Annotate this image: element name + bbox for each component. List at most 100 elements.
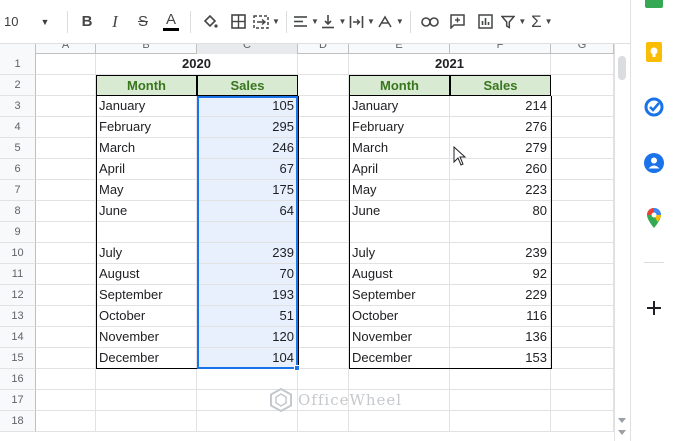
cell-c2[interactable]: Sales [197, 75, 298, 96]
cell-e12[interactable]: September [349, 285, 450, 306]
cell-a12[interactable] [36, 285, 96, 306]
cell-g18[interactable] [551, 411, 614, 432]
cell-b13[interactable]: October [96, 306, 197, 327]
cell-c9[interactable] [197, 222, 298, 243]
cell-c4[interactable]: 295 [197, 117, 298, 138]
cell-b12[interactable]: September [96, 285, 197, 306]
cell-d13[interactable] [298, 306, 349, 327]
cell-e7[interactable]: May [349, 180, 450, 201]
cell-g4[interactable] [551, 117, 614, 138]
cell-e15[interactable]: December [349, 348, 450, 369]
cell-f15[interactable]: 153 [450, 348, 551, 369]
row-header[interactable]: 9 [0, 222, 36, 243]
horizontal-align-button[interactable]: ▼ [293, 8, 319, 36]
merge-cells-button[interactable]: ▼ [253, 8, 280, 36]
cell-e13[interactable]: October [349, 306, 450, 327]
cell-f17[interactable] [450, 390, 551, 411]
cell-e10[interactable]: July [349, 243, 450, 264]
scroll-down-icon[interactable] [618, 430, 626, 435]
cell-g2[interactable] [551, 75, 614, 96]
row-header[interactable]: 10 [0, 243, 36, 264]
cell-g17[interactable] [551, 390, 614, 411]
cell-b18[interactable] [96, 411, 197, 432]
cell-b4[interactable]: February [96, 117, 197, 138]
cell-b3[interactable]: January [96, 96, 197, 117]
cell-c14[interactable]: 120 [197, 327, 298, 348]
cell-e18[interactable] [349, 411, 450, 432]
cell-b10[interactable]: July [96, 243, 197, 264]
cell-g13[interactable] [551, 306, 614, 327]
cell-g12[interactable] [551, 285, 614, 306]
column-header-a[interactable]: A [36, 44, 96, 54]
bold-button[interactable]: B [74, 8, 100, 36]
functions-button[interactable]: Σ ▼ [529, 8, 555, 36]
cell-f11[interactable]: 92 [450, 264, 551, 285]
cell-b16[interactable] [96, 369, 197, 390]
cell-b14[interactable]: November [96, 327, 197, 348]
cell-d8[interactable] [298, 201, 349, 222]
cell-d9[interactable] [298, 222, 349, 243]
cell-c10[interactable]: 239 [197, 243, 298, 264]
font-size-select[interactable]: 10 ▼ [0, 8, 62, 36]
scrollbar-thumb[interactable] [618, 56, 626, 80]
cell-e6[interactable]: April [349, 159, 450, 180]
cell-a17[interactable] [36, 390, 96, 411]
row-header[interactable]: 5 [0, 138, 36, 159]
fill-color-button[interactable] [197, 8, 223, 36]
cell-g15[interactable] [551, 348, 614, 369]
cell-d2[interactable] [298, 75, 349, 96]
cell-a11[interactable] [36, 264, 96, 285]
cell-d10[interactable] [298, 243, 349, 264]
cell-e2[interactable]: Month [349, 75, 450, 96]
cell-g10[interactable] [551, 243, 614, 264]
cell-d4[interactable] [298, 117, 349, 138]
row-header[interactable]: 6 [0, 159, 36, 180]
cell-a16[interactable] [36, 369, 96, 390]
row-header[interactable]: 13 [0, 306, 36, 327]
cell-g7[interactable] [551, 180, 614, 201]
borders-button[interactable] [225, 8, 251, 36]
cell-e3[interactable]: January [349, 96, 450, 117]
cell-f3[interactable]: 214 [450, 96, 551, 117]
cell-f14[interactable]: 136 [450, 327, 551, 348]
cell-a1[interactable] [36, 54, 96, 75]
italic-button[interactable]: I [102, 8, 128, 36]
cell-a4[interactable] [36, 117, 96, 138]
text-wrap-button[interactable]: ▼ [349, 8, 375, 36]
cell-c5[interactable]: 246 [197, 138, 298, 159]
row-header[interactable]: 11 [0, 264, 36, 285]
cell-f9[interactable] [450, 222, 551, 243]
row-header[interactable]: 18 [0, 411, 36, 432]
cell-a18[interactable] [36, 411, 96, 432]
cell-e4[interactable]: February [349, 117, 450, 138]
cell-a7[interactable] [36, 180, 96, 201]
cell-a8[interactable] [36, 201, 96, 222]
cell-a6[interactable] [36, 159, 96, 180]
cell-a10[interactable] [36, 243, 96, 264]
cell-f18[interactable] [450, 411, 551, 432]
fill-handle[interactable] [294, 365, 300, 371]
add-icon[interactable] [643, 297, 665, 319]
cell-f16[interactable] [450, 369, 551, 390]
column-header-c[interactable]: C [197, 44, 298, 54]
insert-link-button[interactable] [417, 8, 443, 36]
cell-b5[interactable]: March [96, 138, 197, 159]
cell-c7[interactable]: 175 [197, 180, 298, 201]
cell-g3[interactable] [551, 96, 614, 117]
cell-a3[interactable] [36, 96, 96, 117]
insert-comment-button[interactable] [445, 8, 471, 36]
filter-button[interactable]: ▼ [501, 8, 527, 36]
cell-d14[interactable] [298, 327, 349, 348]
cell-f8[interactable]: 80 [450, 201, 551, 222]
cell-a2[interactable] [36, 75, 96, 96]
cell-f7[interactable]: 223 [450, 180, 551, 201]
text-rotation-button[interactable]: ▼ [377, 8, 404, 36]
cell-e5[interactable]: March [349, 138, 450, 159]
cell-g1[interactable] [551, 54, 614, 75]
spreadsheet-grid[interactable]: A B C D E F G 1 2020 2021 2 Month Sales Month S… [0, 44, 614, 441]
maps-icon[interactable] [643, 207, 665, 229]
cell-b6[interactable]: April [96, 159, 197, 180]
row-header[interactable]: 7 [0, 180, 36, 201]
cell-b15[interactable]: December [96, 348, 197, 369]
row-header[interactable]: 14 [0, 327, 36, 348]
